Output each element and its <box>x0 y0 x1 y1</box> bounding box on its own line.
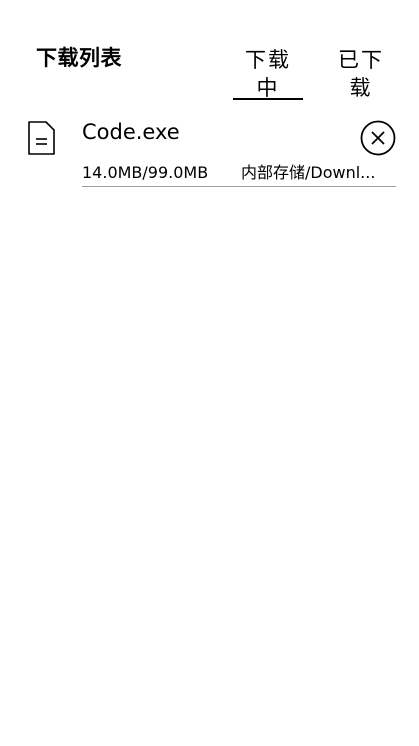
document-icon <box>28 121 55 155</box>
file-path: 内部存储/Downl... <box>241 163 376 182</box>
header: 下载列表 下载中 已下载 <box>0 0 419 110</box>
page-title: 下载列表 <box>36 46 122 70</box>
list-item[interactable]: Code.exe 14.0MB/99.0MB 内部存储/Downl... <box>0 110 419 188</box>
active-tab-indicator <box>233 98 303 100</box>
download-list: Code.exe 14.0MB/99.0MB 内部存储/Downl... <box>0 110 419 188</box>
tab-downloading-label: 下载中 <box>245 48 291 100</box>
tab-downloading[interactable]: 下载中 <box>233 46 303 102</box>
close-circle-icon[interactable] <box>360 120 396 156</box>
download-progress-text: 14.0MB/99.0MB <box>82 163 209 182</box>
tab-downloaded-label: 已下载 <box>338 48 384 100</box>
item-divider <box>82 186 396 187</box>
file-name: Code.exe <box>82 120 180 144</box>
tab-downloaded[interactable]: 已下载 <box>333 46 389 102</box>
